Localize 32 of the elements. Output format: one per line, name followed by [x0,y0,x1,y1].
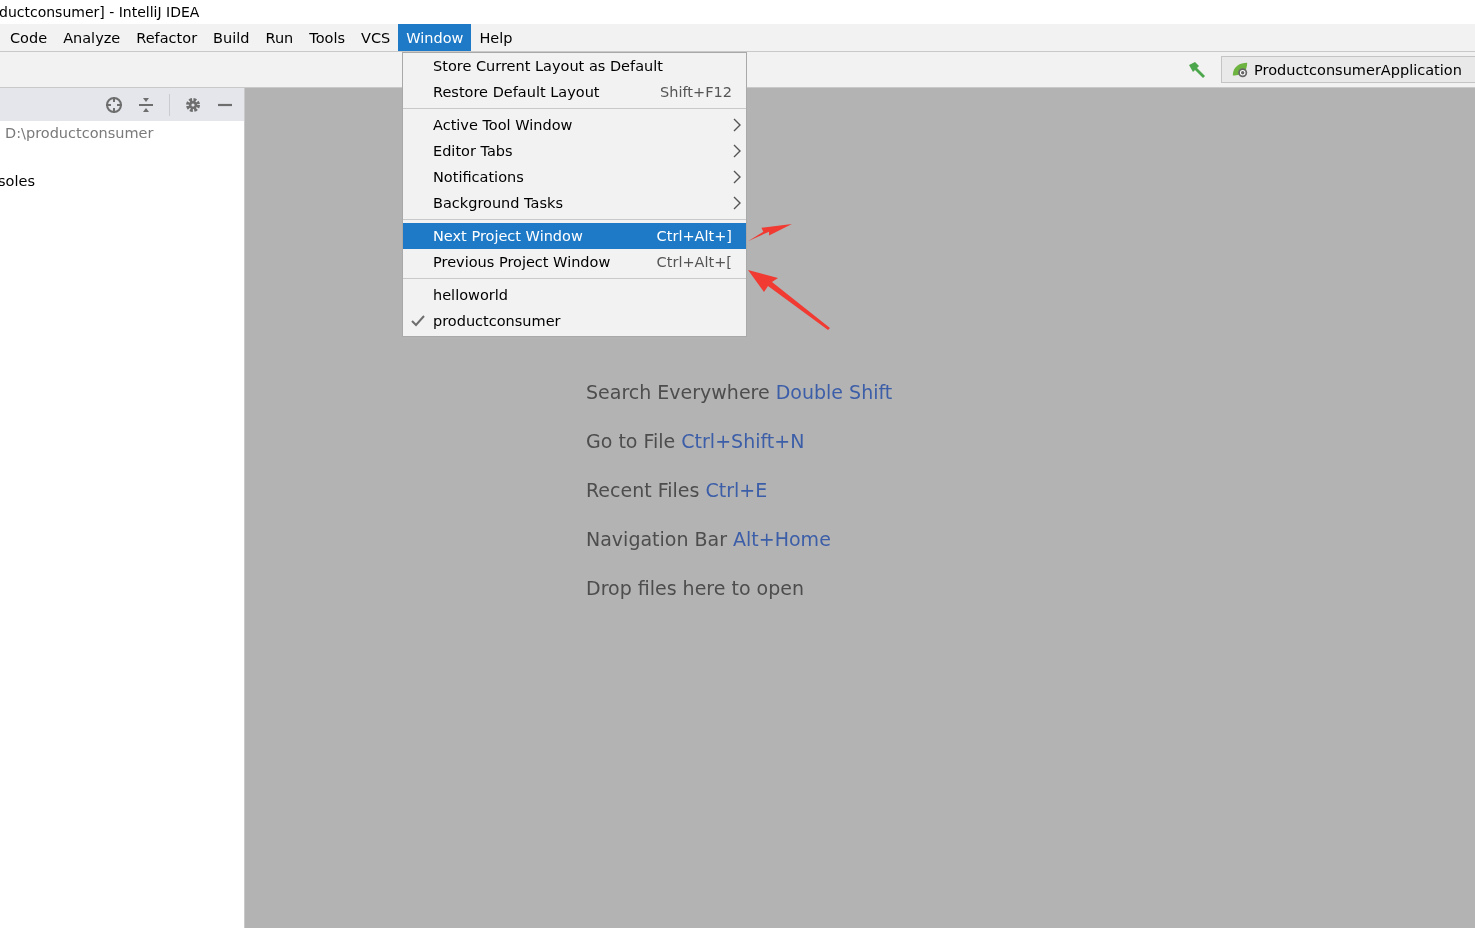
menu-item[interactable]: Store Current Layout as Default [403,53,746,79]
menu-item[interactable]: Notifications [403,164,746,190]
menu-item[interactable]: Help [471,24,521,51]
menu-item[interactable]: VCS [353,24,399,51]
menu-item[interactable]: Previous Project Window Ctrl+Alt+[ [403,249,746,275]
menu-item[interactable]: Background Tasks [403,190,746,216]
hint-text: Recent Files Ctrl+E [586,478,769,503]
settings-icon[interactable] [184,95,202,114]
menu-item[interactable]: Code [2,24,56,51]
hint-text: Search Everywhere Double Shift [586,380,893,405]
locate-icon[interactable] [105,95,123,114]
hammer-icon[interactable] [1187,59,1207,80]
hint-text: Go to File Ctrl+Shift+N [586,429,806,454]
tree-item[interactable]: D:\productconsumer [5,125,154,141]
menu-item[interactable]: Restore Default Layout Shift+F12 [403,79,746,105]
menu-item[interactable]: Tools [301,24,354,51]
menu-item[interactable]: Editor Tabs [403,138,746,164]
hint-text: Drop files here to open [586,576,805,601]
menu-item[interactable]: Active Tool Window [403,112,746,138]
menu-item[interactable]: Run [257,24,302,51]
menu-item[interactable]: Build [205,24,258,51]
menu-item[interactable]: Next Project Window Ctrl+Alt+] [403,223,746,249]
menu-item[interactable]: Window [398,24,472,51]
menu-item[interactable]: Analyze [55,24,129,51]
menu-item[interactable]: Refactor [128,24,206,51]
menu-item[interactable]: productconsumer [403,308,746,334]
run-configuration-dropdown[interactable]: ProductconsumerApplication [1221,56,1475,83]
hint-text: Navigation Bar Alt+Home [586,527,832,552]
window-title: ductconsumer] - IntelliJ IDEA [0,4,200,20]
menu-item[interactable]: helloworld [403,282,746,308]
collapse-all-icon[interactable] [137,95,155,114]
leaf-icon [1230,60,1250,79]
